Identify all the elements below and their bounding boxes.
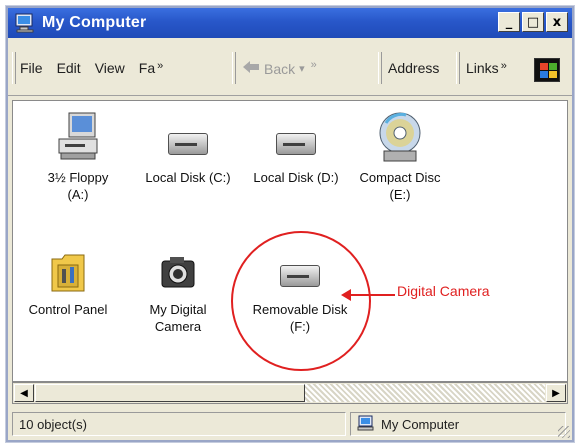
explorer-window: My Computer _ □ x File Edit View Fa» Bac… (6, 6, 574, 442)
toolbar-grip[interactable] (232, 52, 236, 84)
windows-logo-icon (534, 58, 560, 82)
window-title: My Computer (42, 14, 147, 31)
my-digital-camera-label: My Digital Camera (149, 302, 207, 334)
menu-view[interactable]: View (95, 60, 125, 76)
floppy-drive-label: 3½ Floppy (A:) (47, 170, 109, 202)
toolbar-more-chevron-icon[interactable]: » (311, 59, 317, 71)
title-bar[interactable]: My Computer _ □ x (8, 8, 572, 38)
menu-edit[interactable]: Edit (57, 60, 81, 76)
links-label[interactable]: Links» (466, 60, 507, 76)
hard-disk-icon (166, 127, 210, 163)
links-more-chevron-icon[interactable]: » (501, 60, 507, 72)
status-bar: 10 object(s) My Computer (8, 406, 572, 440)
scroll-right-button[interactable]: ▶ (546, 384, 566, 402)
local-disk-c-item[interactable]: Local Disk (C:) (133, 127, 243, 186)
control-panel-item[interactable]: Control Panel (13, 251, 123, 318)
my-computer-icon (14, 13, 36, 33)
annotation-arrow-icon (341, 289, 395, 301)
menu-file[interactable]: File (20, 60, 43, 76)
status-location-label: My Computer (381, 416, 460, 432)
toolbar-grip[interactable] (456, 52, 460, 84)
my-computer-status-icon (357, 415, 375, 434)
menu-bar: File Edit View Fa» (20, 60, 163, 76)
toolbar: File Edit View Fa» Back ▾ » Address Link… (8, 38, 572, 96)
back-label: Back (264, 60, 296, 77)
annotation-label: Digital Camera (397, 283, 490, 299)
my-digital-camera-item[interactable]: My Digital Camera (123, 251, 233, 335)
file-view: 3½ Floppy (A:) Local Disk (C:) Local Dis… (12, 100, 568, 382)
control-panel-icon (48, 251, 88, 295)
floppy-drive-icon (55, 111, 101, 163)
toolbar-grip[interactable] (12, 52, 16, 84)
object-count: 10 object(s) (12, 412, 346, 436)
toolbar-grip[interactable] (378, 52, 382, 84)
local-disk-d-label: Local Disk (D:) (253, 170, 339, 185)
address-bar-label[interactable]: Address (388, 60, 439, 76)
compact-disc-item[interactable]: Compact Disc (E:) (345, 109, 455, 203)
cd-drive-icon (376, 109, 424, 163)
menu-favorites-label: Fa (138, 60, 156, 76)
back-dropdown-icon[interactable]: ▾ (299, 62, 305, 75)
floppy-drive-item[interactable]: 3½ Floppy (A:) (23, 111, 133, 203)
links-text: Links (466, 60, 499, 76)
scroll-left-button[interactable]: ◀ (14, 384, 34, 402)
scroll-track[interactable] (305, 384, 545, 402)
maximize-button[interactable]: □ (522, 12, 544, 32)
hard-disk-icon (274, 127, 318, 163)
back-arrow-icon (242, 60, 260, 77)
horizontal-scrollbar[interactable]: ◀ ▶ (12, 382, 568, 404)
camera-icon (158, 251, 198, 295)
menu-more-chevron-icon[interactable]: » (157, 60, 163, 72)
menu-favorites[interactable]: Fa» (139, 60, 163, 76)
scroll-thumb[interactable] (35, 384, 305, 402)
local-disk-c-label: Local Disk (C:) (145, 170, 231, 185)
status-location: My Computer (350, 412, 566, 436)
back-button[interactable]: Back ▾ » (242, 59, 317, 77)
resize-grip[interactable] (558, 426, 570, 438)
control-panel-label: Control Panel (28, 302, 108, 317)
local-disk-d-item[interactable]: Local Disk (D:) (241, 127, 351, 186)
minimize-button[interactable]: _ (498, 12, 520, 32)
close-button[interactable]: x (546, 12, 568, 32)
compact-disc-label: Compact Disc (E:) (359, 170, 441, 202)
